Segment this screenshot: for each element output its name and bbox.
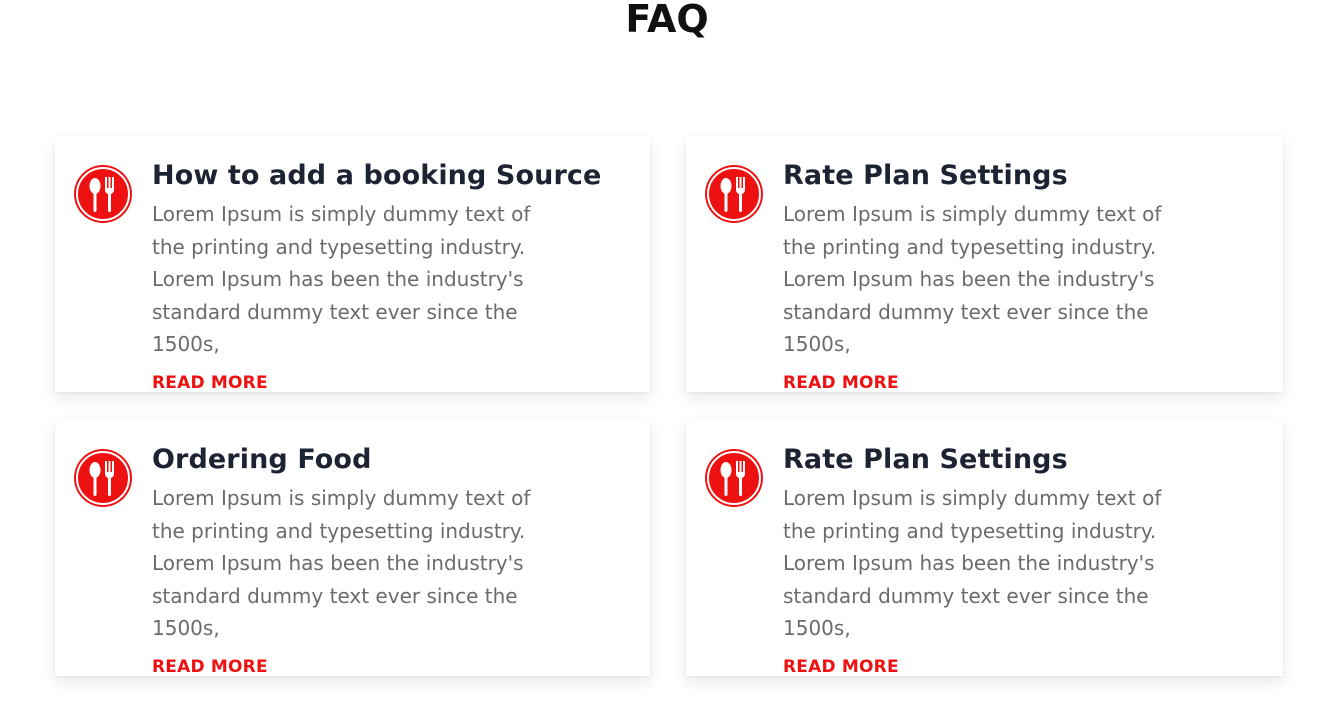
card-body: How to add a booking Source Lorem Ipsum … xyxy=(152,158,602,393)
faq-card: How to add a booking Source Lorem Ipsum … xyxy=(55,136,650,393)
card-body: Ordering Food Lorem Ipsum is simply dumm… xyxy=(152,442,582,677)
card-description: Lorem Ipsum is simply dummy text of the … xyxy=(783,486,1162,640)
faq-card: Rate Plan Settings Lorem Ipsum is simply… xyxy=(686,420,1283,677)
card-title: Rate Plan Settings xyxy=(783,160,1068,191)
read-more-link[interactable]: READ MORE xyxy=(783,657,899,677)
card-body: Rate Plan Settings Lorem Ipsum is simply… xyxy=(783,442,1213,677)
card-title: Rate Plan Settings xyxy=(783,444,1068,475)
card-description: Lorem Ipsum is simply dummy text of the … xyxy=(152,202,531,356)
card-title: Ordering Food xyxy=(152,444,372,475)
card-description: Lorem Ipsum is simply dummy text of the … xyxy=(783,202,1162,356)
read-more-link[interactable]: READ MORE xyxy=(152,657,268,677)
faq-grid: How to add a booking Source Lorem Ipsum … xyxy=(55,136,1283,677)
utensils-icon xyxy=(704,164,764,224)
page-title: FAQ xyxy=(625,0,709,41)
card-title: How to add a booking Source xyxy=(152,160,602,191)
read-more-link[interactable]: READ MORE xyxy=(152,373,268,393)
card-description: Lorem Ipsum is simply dummy text of the … xyxy=(152,486,531,640)
faq-card: Rate Plan Settings Lorem Ipsum is simply… xyxy=(686,136,1283,393)
utensils-icon xyxy=(73,164,133,224)
utensils-icon xyxy=(704,448,764,508)
card-body: Rate Plan Settings Lorem Ipsum is simply… xyxy=(783,158,1213,393)
faq-card: Ordering Food Lorem Ipsum is simply dumm… xyxy=(55,420,650,677)
read-more-link[interactable]: READ MORE xyxy=(783,373,899,393)
utensils-icon xyxy=(73,448,133,508)
